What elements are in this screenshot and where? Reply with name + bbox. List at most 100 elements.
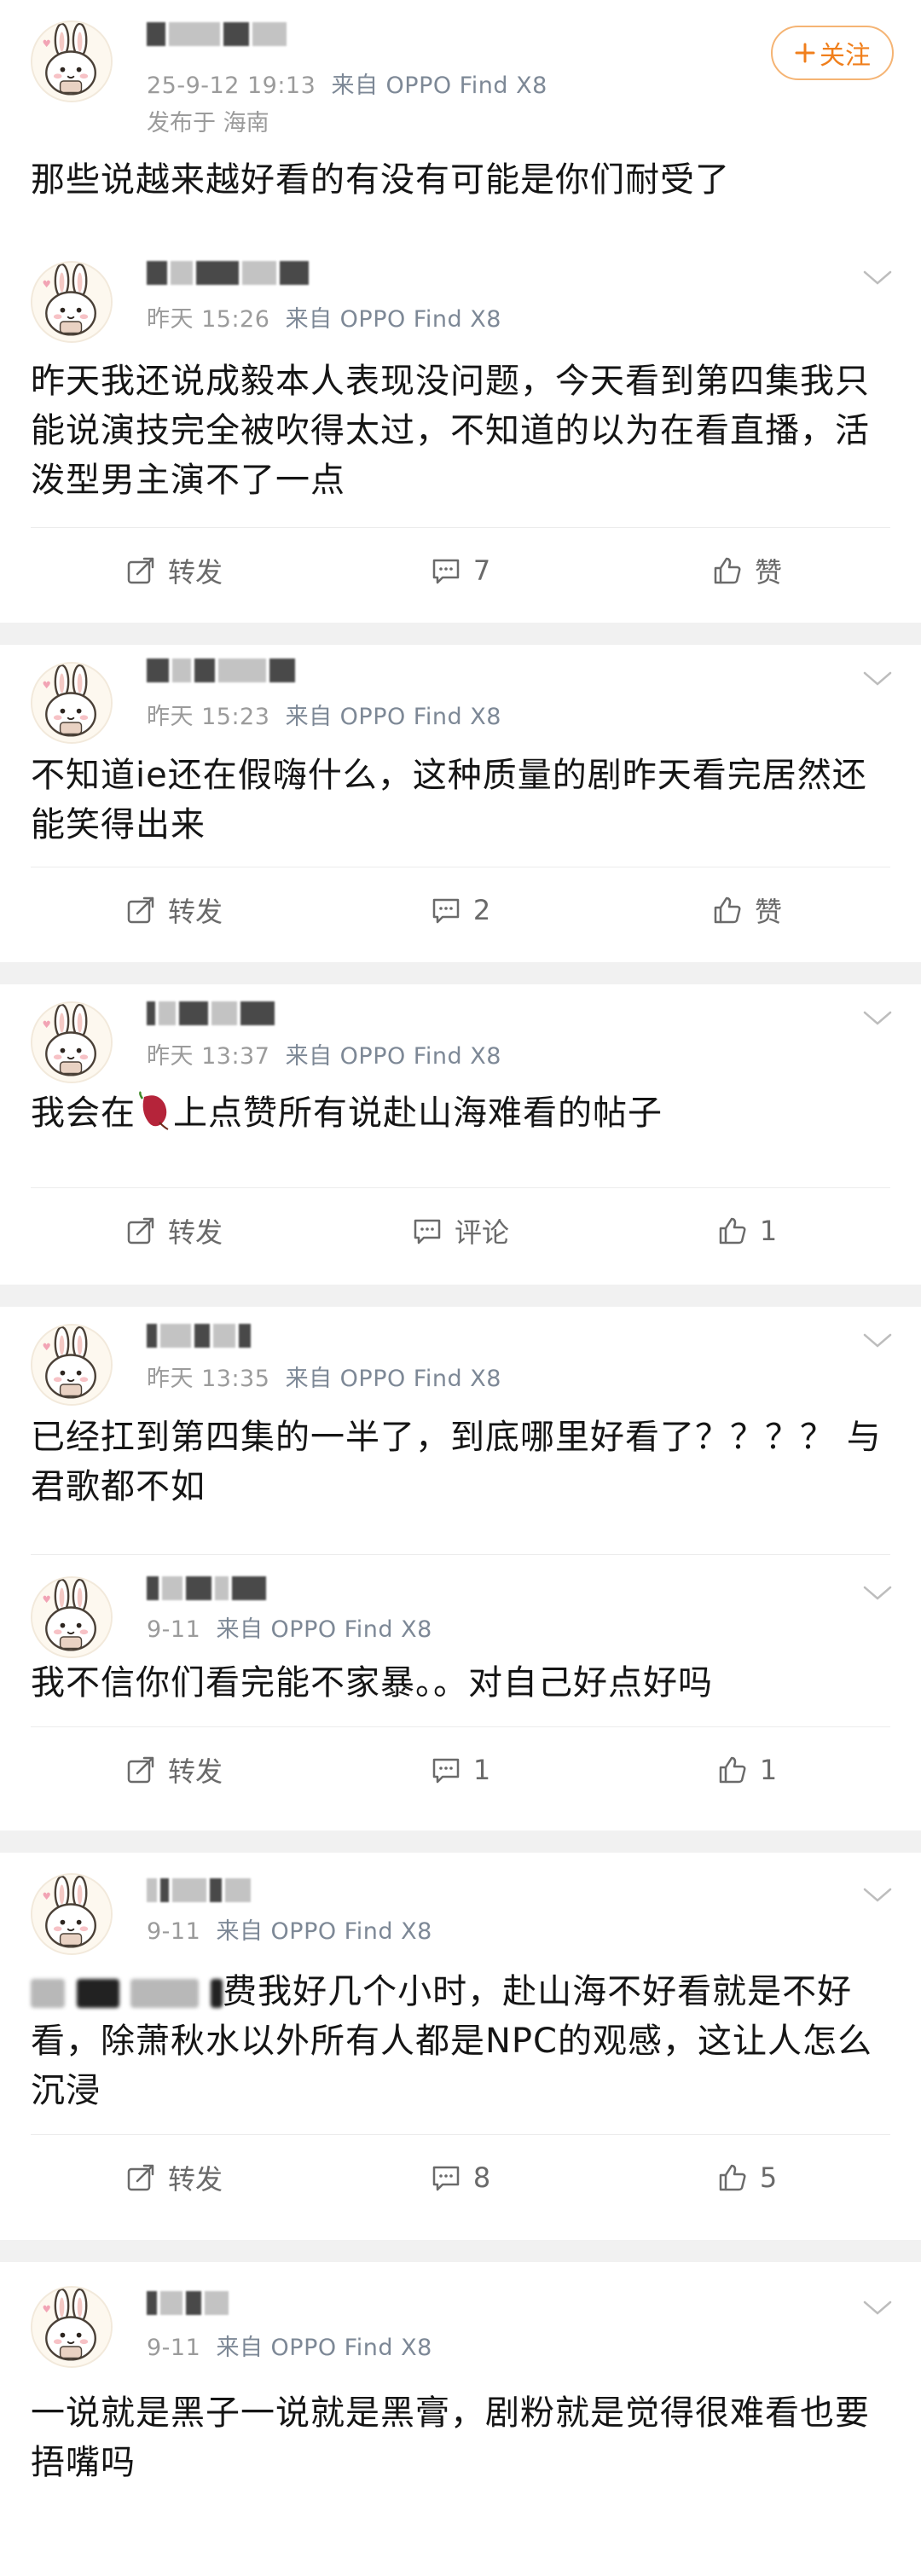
comment-icon	[432, 2166, 460, 2190]
action-bar: 转发 7 赞	[31, 527, 890, 612]
repost-button[interactable]: 转发	[31, 528, 317, 612]
comment-text: 那些说越来越好看的有没有可能是你们耐受了	[31, 160, 730, 200]
like-label: 赞	[754, 895, 782, 928]
comment-text: 昨天我还说成毅本人表现没问题，今天看到第四集我只能说演技完全被吹得太过，不知道的…	[31, 362, 870, 500]
follow-button[interactable]: 关注	[771, 26, 894, 80]
plus-icon	[795, 43, 815, 63]
comment-text-after: 上点赞所有说赴山海难看的帖子	[173, 1094, 663, 1133]
repost-icon	[127, 2164, 154, 2190]
action-bar: 转发 8 5	[31, 2134, 890, 2219]
chevron-down-icon[interactable]	[863, 670, 892, 688]
repost-label: 转发	[167, 555, 223, 589]
avatar[interactable]	[31, 1324, 113, 1406]
avatar[interactable]	[31, 662, 113, 744]
action-bar: 转发 1 1	[31, 1726, 890, 1812]
username-redacted[interactable]	[147, 1573, 266, 1604]
comment-icon	[414, 1219, 441, 1244]
like-button[interactable]: 赞	[604, 867, 890, 952]
post-source: 来自 OPPO Find X8	[285, 1043, 501, 1070]
follow-label: 关注	[820, 41, 871, 71]
post-time: 昨天 13:37	[147, 1043, 270, 1070]
username-redacted[interactable]	[147, 19, 287, 49]
post-meta: 昨天 15:26 来自 OPPO Find X8	[147, 300, 501, 334]
comment-count: 8	[472, 2161, 491, 2194]
comment-button[interactable]: 1	[317, 1727, 604, 1812]
repost-label: 转发	[167, 2162, 223, 2196]
post-time: 9-11	[147, 1616, 201, 1643]
username-redacted[interactable]	[147, 258, 309, 288]
like-count: 1	[759, 1753, 778, 1786]
action-bar: 转发 评论 1	[31, 1187, 890, 1273]
comment-text-before: 我会在	[31, 1094, 136, 1133]
username-redacted[interactable]	[147, 1320, 251, 1351]
comment-card: 昨天 15:26 来自 OPPO Find X8 昨天我还说成毅本人表现没问题，…	[0, 247, 921, 623]
repost-button[interactable]: 转发	[31, 867, 317, 952]
post-source: 来自 OPPO Find X8	[216, 1616, 432, 1643]
comment-icon	[432, 1758, 460, 1783]
repost-button[interactable]: 转发	[31, 2135, 317, 2219]
comment-card: 9-11 来自 OPPO Find X8 费我好几个小时，赴山海不好看就是不好看…	[0, 1853, 921, 2240]
avatar[interactable]	[31, 20, 113, 102]
repost-icon	[127, 557, 154, 583]
chevron-down-icon[interactable]	[863, 1585, 892, 1602]
like-button[interactable]: 赞	[604, 528, 890, 612]
section-divider	[0, 1285, 921, 1307]
username-redacted[interactable]	[147, 2288, 229, 2318]
avatar[interactable]	[31, 261, 113, 343]
chevron-down-icon[interactable]	[863, 1332, 892, 1349]
like-icon	[719, 2164, 746, 2190]
avatar[interactable]	[31, 1873, 113, 1955]
username-redacted[interactable]	[147, 655, 295, 686]
post-meta: 9-11 来自 OPPO Find X8	[147, 2329, 432, 2362]
avatar[interactable]	[31, 2286, 113, 2368]
like-icon	[714, 896, 741, 923]
like-button[interactable]: 5	[604, 2135, 890, 2219]
chevron-down-icon[interactable]	[863, 2300, 892, 2317]
redacted-text	[130, 1979, 200, 2008]
section-divider	[0, 1830, 921, 1853]
post-source: 来自 OPPO Find X8	[216, 2335, 432, 2361]
like-button[interactable]: 1	[604, 1727, 890, 1812]
chevron-down-icon[interactable]	[863, 1010, 892, 1027]
post-meta: 昨天 13:35 来自 OPPO Find X8	[147, 1360, 501, 1393]
post-meta: 昨天 13:37 来自 OPPO Find X8	[147, 1037, 501, 1070]
divider	[31, 1554, 890, 1555]
post-source: 来自 OPPO Find X8	[216, 1918, 432, 1945]
repost-icon	[127, 1756, 154, 1783]
section-divider	[0, 623, 921, 645]
comment-button[interactable]: 7	[317, 528, 604, 612]
comment-text: 不知道ie还在假嗨什么，这种质量的剧昨天看完居然还能笑得出来	[31, 756, 867, 844]
avatar[interactable]	[31, 1001, 113, 1083]
comment-button[interactable]: 8	[317, 2135, 604, 2219]
comment-button[interactable]: 评论	[317, 1188, 604, 1273]
repost-button[interactable]: 转发	[31, 1188, 317, 1273]
chevron-down-icon[interactable]	[863, 1887, 892, 1904]
username-redacted[interactable]	[147, 998, 275, 1029]
chevron-down-icon[interactable]	[863, 270, 892, 287]
post-meta: 昨天 15:23 来自 OPPO Find X8	[147, 698, 501, 731]
comment-button[interactable]: 2	[317, 867, 604, 952]
like-icon	[714, 557, 741, 583]
like-count: 1	[759, 1214, 778, 1247]
repost-label: 转发	[167, 895, 223, 928]
like-button[interactable]: 1	[604, 1188, 890, 1273]
like-count: 5	[759, 2161, 778, 2194]
repost-icon	[127, 1217, 154, 1244]
repost-button[interactable]: 转发	[31, 1727, 317, 1812]
comment-card: 昨天 13:35 来自 OPPO Find X8 已经扛到第四集的一半了，到底哪…	[0, 1307, 921, 1576]
post-time: 昨天 13:35	[147, 1366, 270, 1392]
post-time: 9-11	[147, 2335, 201, 2361]
redacted-text	[211, 1979, 223, 2008]
post-source: 来自 OPPO Find X8	[285, 1366, 501, 1392]
comment-count: 2	[472, 893, 491, 926]
comment-card: 昨天 13:37 来自 OPPO Find X8 我会在 上点赞所有说赴山海难看的…	[0, 984, 921, 1285]
avatar[interactable]	[31, 1576, 113, 1658]
post-source: 来自 OPPO Find X8	[285, 306, 501, 333]
comment-text: 一说就是黑子一说就是黑膏，剧粉就是觉得很难看也要捂嘴吗	[31, 2393, 870, 2482]
comment-text: 我会在 上点赞所有说赴山海难看的帖子	[31, 1088, 895, 1138]
sweet-potato-emoji-icon	[139, 1091, 169, 1130]
comment-icon	[432, 559, 460, 583]
username-redacted[interactable]	[147, 1875, 251, 1906]
comment-count: 7	[472, 554, 491, 587]
post-time: 昨天 15:26	[147, 306, 270, 333]
